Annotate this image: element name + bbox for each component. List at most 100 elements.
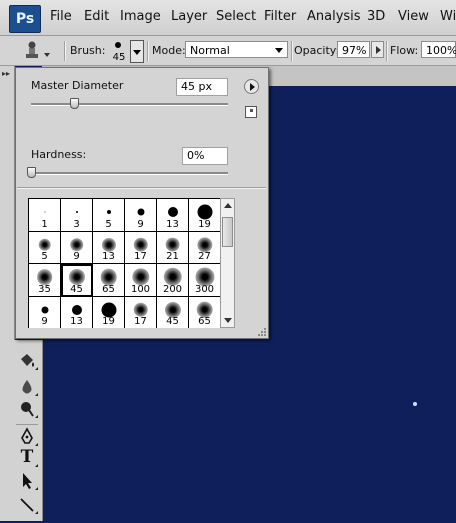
- chevron-down-icon: [275, 48, 283, 53]
- menu-view[interactable]: View: [398, 9, 429, 24]
- brush-size-label: 5: [105, 218, 112, 230]
- brush-size-label: 200: [162, 283, 183, 295]
- menu-image[interactable]: Image: [120, 9, 161, 24]
- tool-preset-arrow-icon[interactable]: [44, 53, 50, 57]
- brush-size-label: 19: [102, 316, 115, 327]
- brush-preset-5[interactable]: 5: [93, 199, 125, 232]
- new-preset-icon[interactable]: [245, 106, 257, 118]
- menu-select[interactable]: Select: [216, 9, 256, 24]
- master-diameter-track[interactable]: [31, 103, 228, 106]
- brush-preset-35[interactable]: 35: [29, 264, 61, 297]
- hardness-track[interactable]: [31, 172, 228, 175]
- brush-preset-9[interactable]: 9: [29, 296, 61, 328]
- brush-size-label: 9: [137, 218, 144, 230]
- master-diameter-slider[interactable]: [70, 98, 80, 109]
- brush-preset-45[interactable]: 45: [61, 264, 93, 297]
- brush-size-label: 19: [198, 218, 211, 230]
- brush-tip-icon: [75, 211, 78, 213]
- opacity-label: Opacity:: [294, 44, 340, 57]
- brush-preset-1[interactable]: 1: [29, 199, 61, 232]
- brush-preset-300[interactable]: 300: [189, 264, 220, 297]
- menu-layer[interactable]: Layer: [171, 9, 207, 24]
- master-diameter-label: Master Diameter: [31, 79, 124, 92]
- brush-preset-13[interactable]: 13: [157, 199, 189, 232]
- brush-preset-3[interactable]: 3: [61, 199, 93, 232]
- brush-size-label: 65: [198, 316, 211, 327]
- brush-size-label: 27: [198, 251, 211, 262]
- photoshop-logo[interactable]: Ps: [9, 5, 41, 33]
- paint-bucket-icon[interactable]: [14, 350, 40, 372]
- pen-tool-icon[interactable]: [14, 426, 40, 448]
- brush-tip-icon: [137, 208, 144, 216]
- brush-preset-200[interactable]: 200: [157, 264, 189, 297]
- scroll-down-icon[interactable]: [224, 318, 232, 323]
- opacity-field[interactable]: 97%: [337, 41, 370, 58]
- brush-tip-icon: [36, 269, 53, 285]
- hardness-field[interactable]: 0%: [182, 147, 228, 165]
- brush-preset-21[interactable]: 21: [157, 231, 189, 264]
- mode-select[interactable]: Normal: [185, 41, 288, 58]
- scroll-up-icon[interactable]: [224, 203, 232, 208]
- brush-size-label: 13: [70, 316, 83, 327]
- brush-preset-9[interactable]: 9: [61, 231, 93, 264]
- panel-menu-icon[interactable]: [244, 79, 259, 94]
- brush-size-label: 3: [73, 218, 80, 230]
- resize-grip-icon[interactable]: [258, 328, 266, 336]
- brush-preset-65[interactable]: 65: [93, 264, 125, 297]
- tool-submenu-icon: [35, 393, 38, 396]
- brush-size-label: 9: [73, 251, 80, 262]
- menu-window[interactable]: Wi: [440, 9, 456, 24]
- brush-preset-17[interactable]: 17: [125, 296, 157, 328]
- mode-value: Normal: [190, 44, 230, 57]
- brush-preset-19[interactable]: 19: [189, 199, 220, 232]
- scroll-thumb[interactable]: [222, 217, 233, 247]
- dodge-icon[interactable]: [14, 398, 40, 420]
- path-selection-icon[interactable]: [14, 470, 40, 492]
- brush-size-label: 45: [166, 316, 179, 327]
- tool-submenu-icon: [35, 464, 38, 467]
- menu-filter[interactable]: Filter: [264, 9, 296, 24]
- panel-collapse-icon[interactable]: ▸▸: [2, 69, 10, 78]
- brush-tip-icon: [44, 211, 45, 213]
- brush-tip-icon: [41, 306, 48, 313]
- brush-preset-65[interactable]: 65: [189, 296, 220, 328]
- hardness-label: Hardness:: [31, 148, 87, 161]
- type-tool-icon[interactable]: T: [14, 447, 40, 469]
- brush-tip-icon: [71, 304, 82, 315]
- brush-tip-icon: [69, 237, 84, 252]
- brush-preset-9[interactable]: 9: [125, 199, 157, 232]
- menu-3d[interactable]: 3D: [367, 9, 385, 24]
- brush-picker-button[interactable]: [130, 40, 144, 63]
- brush-preset-5[interactable]: 5: [29, 231, 61, 264]
- brush-size-label: 13: [166, 218, 179, 230]
- options-separator: [291, 41, 293, 61]
- brush-size-label: 21: [166, 251, 179, 262]
- blur-drop-icon[interactable]: [14, 376, 40, 398]
- brush-preset-13[interactable]: 13: [93, 231, 125, 264]
- brush-tip-icon: [106, 210, 111, 214]
- brush-tip-icon: [101, 302, 116, 317]
- brush-size-label: 17: [134, 316, 147, 327]
- master-diameter-field[interactable]: 45 px: [176, 78, 228, 96]
- brush-tip-icon: [115, 42, 121, 48]
- options-separator: [386, 41, 388, 61]
- line-tool-icon[interactable]: [14, 494, 40, 516]
- brush-preset-100[interactable]: 100: [125, 264, 157, 297]
- menu-bar: Ps File Edit Image Layer Select Filter A…: [0, 0, 456, 36]
- hardness-slider[interactable]: [27, 167, 36, 178]
- brush-preset-13[interactable]: 13: [61, 296, 93, 328]
- brush-size-label: 300: [194, 283, 215, 295]
- opacity-slider-button[interactable]: [371, 41, 384, 58]
- brush-preview[interactable]: 45: [108, 38, 130, 64]
- brush-preset-27[interactable]: 27: [189, 231, 220, 264]
- flow-field[interactable]: 100%: [421, 41, 456, 58]
- brush-preset-45[interactable]: 45: [157, 296, 189, 328]
- menu-analysis[interactable]: Analysis: [307, 9, 361, 24]
- brush-preset-19[interactable]: 19: [93, 296, 125, 328]
- menu-edit[interactable]: Edit: [84, 9, 109, 24]
- brush-preset-17[interactable]: 17: [125, 231, 157, 264]
- menu-file[interactable]: File: [50, 9, 72, 24]
- brush-tip-icon: [197, 204, 212, 220]
- preset-scrollbar[interactable]: [220, 198, 235, 328]
- tool-preset-picker[interactable]: [22, 40, 42, 60]
